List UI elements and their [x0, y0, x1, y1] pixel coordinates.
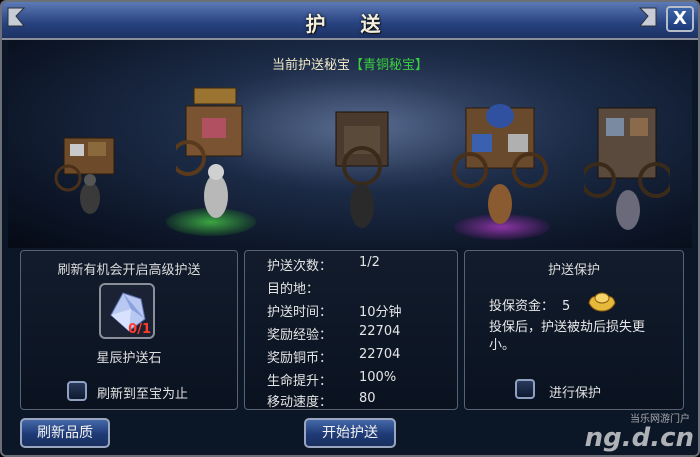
info-label: 奖励铜币： — [267, 351, 333, 366]
protection-description: 投保后，护送被劫后损失更小。 — [489, 320, 646, 353]
cart-jade[interactable] — [452, 74, 548, 234]
info-label: 生命提升： — [267, 374, 333, 389]
start-escort-button[interactable]: 开始护送 — [304, 418, 396, 448]
corner-ornament-icon — [638, 7, 657, 27]
refresh-until-best-label: 刷新到至宝为止 — [97, 387, 189, 402]
info-row: 移动速度： 80 — [267, 391, 376, 410]
info-row: 生命提升： 100% — [267, 370, 396, 389]
protection-panel: 护送保护 投保资金： 5 投保后，护送被劫后损失更小。 进行保护 — [464, 250, 684, 410]
refresh-quality-button[interactable]: 刷新品质 — [20, 418, 110, 448]
item-slot[interactable]: 0/1 — [99, 283, 155, 339]
silver-cart-icon — [170, 87, 243, 218]
item-count: 0/1 — [128, 322, 151, 337]
insurance-cost-label: 投保资金： — [489, 299, 555, 314]
current-treasure-prefix: 当前护送秘宝 — [271, 58, 350, 73]
enable-protection-label: 进行保护 — [549, 386, 602, 401]
info-value: 1/2 — [359, 255, 380, 270]
jade-cart-icon — [452, 104, 548, 224]
info-row: 目的地： — [267, 278, 319, 297]
gold-ingot-icon — [588, 292, 616, 312]
info-value: 80 — [359, 391, 376, 406]
window-title: 护 送 — [305, 12, 395, 36]
refresh-panel: 刷新有机会开启高级护送 0/1 星辰护送石 刷新到至宝为止 — [20, 250, 238, 410]
info-row: 护送次数： 1/2 — [267, 255, 380, 274]
cart-silver[interactable] — [170, 84, 252, 234]
cart-showcase: 当前护送秘宝【青铜秘宝】 — [8, 40, 692, 248]
info-value: 22704 — [359, 324, 401, 339]
escort-info-panel: 护送次数： 1/2 目的地： 护送时间： 10分钟 奖励经验： 22704 奖励铜币：… — [244, 250, 458, 410]
close-button[interactable]: X — [666, 6, 694, 32]
bronze-cart-icon — [54, 137, 115, 214]
protection-panel-title: 护送保护 — [547, 263, 600, 278]
supreme-cart-icon — [580, 107, 674, 230]
refresh-panel-title: 刷新有机会开启高级护送 — [57, 263, 201, 278]
item-name: 星辰护送石 — [96, 351, 162, 366]
cart-gold[interactable] — [324, 106, 400, 236]
info-row: 奖励经验： 22704 — [267, 324, 400, 343]
title-bar: 护 送 X — [2, 2, 698, 40]
info-label: 目的地： — [267, 282, 320, 297]
info-label: 奖励经验： — [267, 328, 333, 343]
info-label: 移动速度： — [267, 395, 333, 410]
gold-cart-icon — [335, 111, 389, 228]
info-label: 护送次数： — [267, 259, 333, 274]
refresh-until-best-checkbox[interactable] — [67, 381, 87, 401]
insurance-cost: 投保资金： 5 — [489, 295, 570, 314]
current-treasure-level: 【青铜秘宝】 — [350, 58, 429, 73]
info-row: 护送时间： 10分钟 — [267, 301, 402, 320]
current-treasure-label: 当前护送秘宝【青铜秘宝】 — [8, 54, 692, 73]
info-value: 10分钟 — [359, 305, 402, 320]
info-value: 100% — [359, 370, 397, 385]
info-label: 护送时间： — [267, 305, 333, 320]
cart-bronze[interactable] — [54, 128, 124, 228]
watermark-logo: ng.d.cn — [584, 423, 694, 453]
enable-protection-checkbox[interactable] — [515, 379, 535, 399]
cart-supreme[interactable] — [580, 88, 674, 234]
insurance-cost-value: 5 — [562, 299, 571, 314]
info-row: 奖励铜币： 22704 — [267, 347, 400, 366]
info-value: 22704 — [359, 347, 401, 362]
escort-window: 护 送 X 当前护送秘宝【青铜秘宝】 刷新有机会开启高级护送 0/1 星辰护送石… — [0, 0, 700, 457]
